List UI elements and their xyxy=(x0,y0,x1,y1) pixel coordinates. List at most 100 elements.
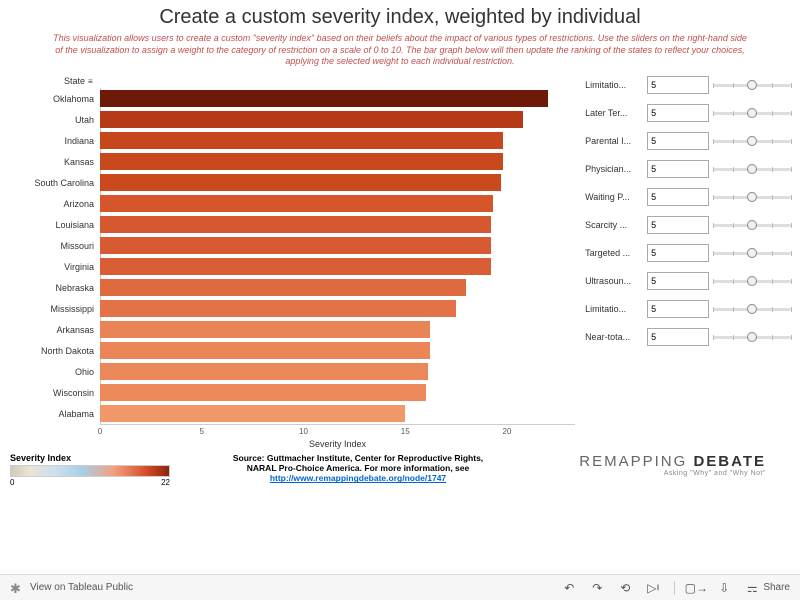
bar[interactable] xyxy=(100,195,493,212)
slider-thumb[interactable] xyxy=(747,136,757,146)
bar[interactable] xyxy=(100,300,456,317)
bar-label: Oklahoma xyxy=(8,94,100,104)
bar-label: Kansas xyxy=(8,157,100,167)
bar[interactable] xyxy=(100,279,466,296)
weight-control-row: Scarcity ... xyxy=(585,216,792,234)
bar-label: Virginia xyxy=(8,262,100,272)
weight-input[interactable] xyxy=(647,132,709,150)
weight-slider[interactable] xyxy=(713,302,791,316)
weight-control-row: Limitatio... xyxy=(585,300,792,318)
weight-control-row: Ultrasoun... xyxy=(585,272,792,290)
bar-label: Arizona xyxy=(8,199,100,209)
tableau-logo-icon[interactable] xyxy=(10,581,24,595)
page-title: Create a custom severity index, weighted… xyxy=(20,6,780,29)
bar-row[interactable]: Wisconsin xyxy=(8,382,575,403)
bar[interactable] xyxy=(100,258,491,275)
bar-row[interactable]: South Carolina xyxy=(8,172,575,193)
x-tick: 0 xyxy=(98,427,102,436)
weight-input[interactable] xyxy=(647,76,709,94)
weight-slider[interactable] xyxy=(713,330,791,344)
slider-thumb[interactable] xyxy=(747,192,757,202)
weight-slider[interactable] xyxy=(713,274,791,288)
bar-row[interactable]: Alabama xyxy=(8,403,575,424)
bar[interactable] xyxy=(100,384,426,401)
present-icon[interactable]: ▢→ xyxy=(689,581,703,595)
bar[interactable] xyxy=(100,405,405,422)
view-on-public-link[interactable]: View on Tableau Public xyxy=(30,582,133,593)
weight-slider[interactable] xyxy=(713,246,791,260)
y-axis-title[interactable]: State ≡ xyxy=(8,76,575,86)
slider-thumb[interactable] xyxy=(747,304,757,314)
share-button[interactable]: ⚎ Share xyxy=(745,581,790,595)
weight-slider[interactable] xyxy=(713,162,791,176)
slider-thumb[interactable] xyxy=(747,248,757,258)
bar-row[interactable]: Missouri xyxy=(8,235,575,256)
bar[interactable] xyxy=(100,111,523,128)
weight-label: Limitatio... xyxy=(585,80,643,90)
source-link[interactable]: http://www.remappingdebate.org/node/1747 xyxy=(270,473,446,483)
color-legend: Severity Index 0 22 xyxy=(10,453,210,487)
bar[interactable] xyxy=(100,174,501,191)
x-axis-label: Severity Index xyxy=(100,439,575,449)
bar-row[interactable]: Utah xyxy=(8,109,575,130)
bar-row[interactable]: Arkansas xyxy=(8,319,575,340)
weight-label: Targeted ... xyxy=(585,248,643,258)
redo-icon[interactable]: ↷ xyxy=(590,581,604,595)
bar-row[interactable]: Arizona xyxy=(8,193,575,214)
bar-row[interactable]: Kansas xyxy=(8,151,575,172)
bar-row[interactable]: North Dakota xyxy=(8,340,575,361)
weight-input[interactable] xyxy=(647,216,709,234)
weight-input[interactable] xyxy=(647,188,709,206)
weight-slider[interactable] xyxy=(713,78,791,92)
bar-row[interactable]: Indiana xyxy=(8,130,575,151)
bar-row[interactable]: Louisiana xyxy=(8,214,575,235)
slider-thumb[interactable] xyxy=(747,164,757,174)
bar[interactable] xyxy=(100,90,548,107)
bar[interactable] xyxy=(100,363,428,380)
download-icon[interactable]: ⇩ xyxy=(717,581,731,595)
x-tick: 20 xyxy=(503,427,512,436)
revert-icon[interactable]: ⟲ xyxy=(618,581,632,595)
weight-input[interactable] xyxy=(647,160,709,178)
weight-input[interactable] xyxy=(647,272,709,290)
weight-label: Scarcity ... xyxy=(585,220,643,230)
slider-thumb[interactable] xyxy=(747,108,757,118)
bar-row[interactable]: Oklahoma xyxy=(8,88,575,109)
legend-gradient xyxy=(10,465,170,477)
bar-row[interactable]: Virginia xyxy=(8,256,575,277)
weight-slider[interactable] xyxy=(713,106,791,120)
bar-row[interactable]: Nebraska xyxy=(8,277,575,298)
bar[interactable] xyxy=(100,237,491,254)
bar-chart: State ≡ Oklahoma UtahIndiana Kansas South C… xyxy=(8,76,575,449)
slider-thumb[interactable] xyxy=(747,276,757,286)
bar-label: Arkansas xyxy=(8,325,100,335)
weight-input[interactable] xyxy=(647,244,709,262)
undo-icon[interactable]: ↶ xyxy=(562,581,576,595)
bar-label: Nebraska xyxy=(8,283,100,293)
bar[interactable] xyxy=(100,321,430,338)
weight-slider[interactable] xyxy=(713,218,791,232)
page-subtitle: This visualization allows users to creat… xyxy=(20,29,780,74)
weight-control-row: Targeted ... xyxy=(585,244,792,262)
bar-label: Louisiana xyxy=(8,220,100,230)
weight-input[interactable] xyxy=(647,104,709,122)
bar[interactable] xyxy=(100,342,430,359)
bar[interactable] xyxy=(100,216,491,233)
slider-thumb[interactable] xyxy=(747,332,757,342)
weight-control-row: Later Ter... xyxy=(585,104,792,122)
bar-row[interactable]: Ohio xyxy=(8,361,575,382)
weight-control-row: Limitatio... xyxy=(585,76,792,94)
slider-thumb[interactable] xyxy=(747,220,757,230)
bar-row[interactable]: Mississippi xyxy=(8,298,575,319)
bar[interactable] xyxy=(100,153,503,170)
bar[interactable] xyxy=(100,132,503,149)
refresh-icon[interactable]: ▷∥ xyxy=(646,581,660,595)
sort-icon[interactable]: ≡ xyxy=(88,77,93,86)
weight-label: Later Ter... xyxy=(585,108,643,118)
slider-thumb[interactable] xyxy=(747,80,757,90)
weight-slider[interactable] xyxy=(713,190,791,204)
weight-input[interactable] xyxy=(647,300,709,318)
weight-slider[interactable] xyxy=(713,134,791,148)
weight-input[interactable] xyxy=(647,328,709,346)
weight-control-row: Waiting P... xyxy=(585,188,792,206)
